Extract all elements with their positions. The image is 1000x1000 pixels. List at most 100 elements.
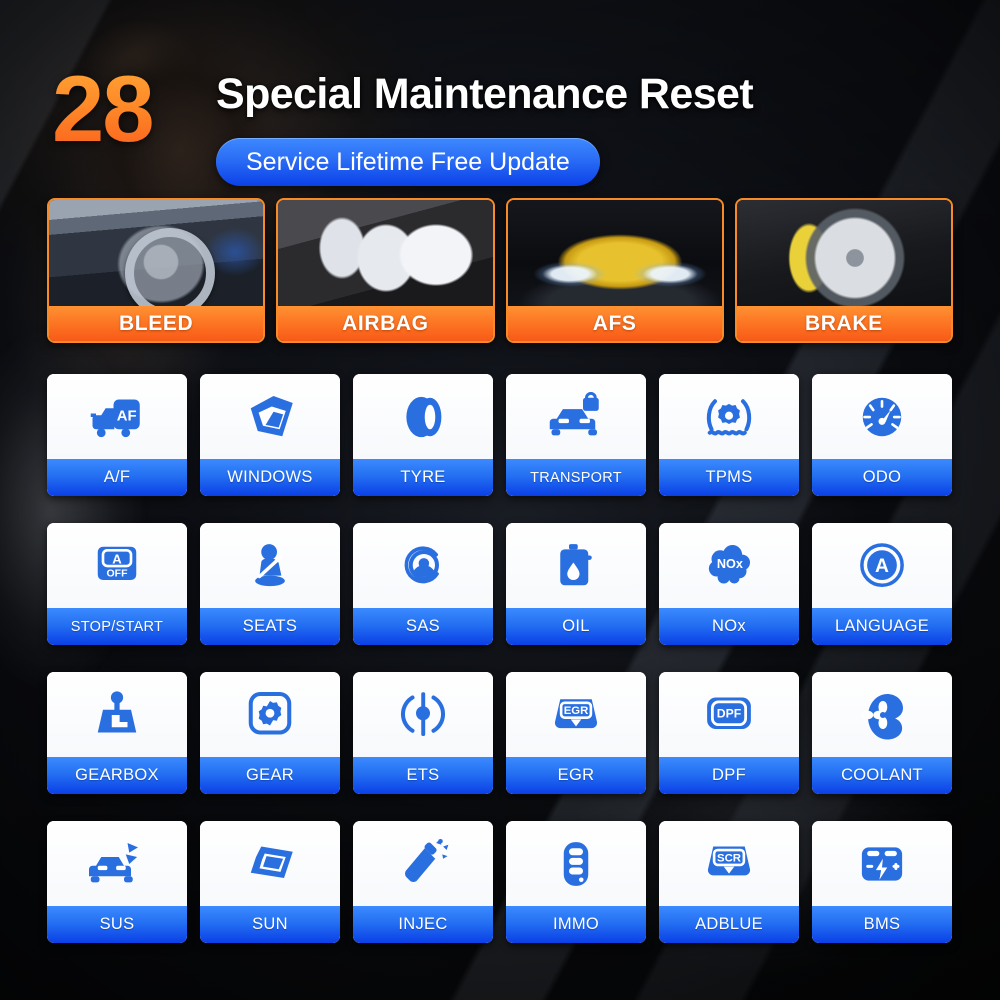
- svg-text:SCR: SCR: [717, 852, 741, 864]
- function-tile-bms[interactable]: BMS: [812, 821, 952, 943]
- function-tile-label: LANGUAGE: [812, 608, 952, 645]
- function-tile-sun[interactable]: SUN: [200, 821, 340, 943]
- deployed-airbags-photo: [278, 200, 493, 306]
- car-suspension-icon: [47, 821, 187, 906]
- function-tile-gear[interactable]: GEAR: [200, 672, 340, 794]
- auto-stop-start-off-icon: A OFF: [47, 523, 187, 608]
- function-tile-label: STOP/START: [47, 608, 187, 645]
- featured-card-brake[interactable]: BRAKE: [734, 198, 953, 343]
- yellow-car-headlights-photo: [507, 200, 722, 306]
- function-tile-label: INJEC: [353, 906, 493, 943]
- truck-af-icon: AF: [47, 374, 187, 459]
- banner-header: 28 Special Maintenance Reset Service Lif…: [0, 28, 1000, 186]
- service-badge: Service Lifetime Free Update: [216, 138, 600, 186]
- featured-card-afs[interactable]: AFS: [505, 198, 724, 343]
- seatbelt-person-icon: [200, 523, 340, 608]
- function-tile-label: TYRE: [353, 459, 493, 496]
- scr-adblue-icon: SCR: [659, 821, 799, 906]
- function-tile-adblue[interactable]: SCR ADBLUE: [659, 821, 799, 943]
- function-tile-sas[interactable]: SAS: [353, 523, 493, 645]
- svg-text:AF: AF: [117, 408, 137, 424]
- speedometer-icon: [812, 374, 952, 459]
- function-tile-label: WINDOWS: [200, 459, 340, 496]
- function-tile-label: OIL: [506, 608, 646, 645]
- function-grid-row: AF A/F WINDOWS TYRE TRANSPORT TPMS ODO: [47, 374, 953, 496]
- function-tile-label: SUS: [47, 906, 187, 943]
- function-tile-label: A/F: [47, 459, 187, 496]
- svg-text:A: A: [112, 551, 122, 566]
- function-tile-windows[interactable]: WINDOWS: [200, 374, 340, 496]
- water-pump-impeller-icon: [812, 672, 952, 757]
- function-tile-label: COOLANT: [812, 757, 952, 794]
- function-tile-label: SEATS: [200, 608, 340, 645]
- gear-cog-square-icon: [200, 672, 340, 757]
- function-tile-dpf[interactable]: DPF DPF: [659, 672, 799, 794]
- battery-icon: [812, 821, 952, 906]
- function-tile-label: ETS: [353, 757, 493, 794]
- svg-text:EGR: EGR: [564, 705, 589, 717]
- function-tile-immo[interactable]: IMMO: [506, 821, 646, 943]
- function-count: 28: [52, 56, 155, 161]
- function-tile-label: EGR: [506, 757, 646, 794]
- function-tile-tyre[interactable]: TYRE: [353, 374, 493, 496]
- function-tile-label: TPMS: [659, 459, 799, 496]
- function-grid: AF A/F WINDOWS TYRE TRANSPORT TPMS ODO A OFF STOP…: [47, 374, 953, 943]
- function-tile-stop-start[interactable]: A OFF STOP/START: [47, 523, 187, 645]
- function-tile-nox[interactable]: NOx NOx: [659, 523, 799, 645]
- function-tile-label: ADBLUE: [659, 906, 799, 943]
- svg-text:DPF: DPF: [717, 706, 742, 720]
- promo-banner: 28 Special Maintenance Reset Service Lif…: [0, 0, 1000, 1000]
- function-tile-odo[interactable]: ODO: [812, 374, 952, 496]
- egr-valve-icon: EGR: [506, 672, 646, 757]
- function-tile-label: IMMO: [506, 906, 646, 943]
- function-tile-label: NOx: [659, 608, 799, 645]
- dpf-filter-icon: DPF: [659, 672, 799, 757]
- function-tile-oil[interactable]: OIL: [506, 523, 646, 645]
- key-fob-icon: [506, 821, 646, 906]
- tyre-icon: [353, 374, 493, 459]
- function-tile-ets[interactable]: ETS: [353, 672, 493, 794]
- function-tile-language[interactable]: A LANGUAGE: [812, 523, 952, 645]
- gear-shifter-icon: [47, 672, 187, 757]
- window-pane-icon: [200, 374, 340, 459]
- function-tile-transport[interactable]: TRANSPORT: [506, 374, 646, 496]
- oil-can-icon: [506, 523, 646, 608]
- function-grid-row: A OFF STOP/START SEATS SAS OIL NOx NOx A LANGUAGE: [47, 523, 953, 645]
- function-tile-tpms[interactable]: TPMS: [659, 374, 799, 496]
- tyre-pressure-gear-icon: [659, 374, 799, 459]
- function-tile-label: ODO: [812, 459, 952, 496]
- function-tile-injec[interactable]: INJEC: [353, 821, 493, 943]
- function-tile-a-f[interactable]: AF A/F: [47, 374, 187, 496]
- nox-cloud-icon: NOx: [659, 523, 799, 608]
- circled-a-icon: A: [812, 523, 952, 608]
- steering-wheel-dashboard-photo: [49, 200, 264, 306]
- featured-card-label: AIRBAG: [278, 306, 493, 341]
- featured-card-row: BLEED AIRBAG AFS BRAKE: [47, 198, 953, 343]
- electronic-throttle-icon: [353, 672, 493, 757]
- function-tile-gearbox[interactable]: GEARBOX: [47, 672, 187, 794]
- page-title: Special Maintenance Reset: [216, 70, 754, 118]
- function-grid-row: GEARBOX GEAR ETS EGR EGR DPF DPF COOLANT: [47, 672, 953, 794]
- function-tile-egr[interactable]: EGR EGR: [506, 672, 646, 794]
- function-tile-label: SAS: [353, 608, 493, 645]
- function-tile-label: BMS: [812, 906, 952, 943]
- sunroof-icon: [200, 821, 340, 906]
- function-tile-seats[interactable]: SEATS: [200, 523, 340, 645]
- svg-text:A: A: [875, 556, 889, 577]
- function-tile-label: SUN: [200, 906, 340, 943]
- function-tile-label: GEAR: [200, 757, 340, 794]
- featured-card-label: BLEED: [49, 306, 264, 341]
- featured-card-label: BRAKE: [736, 306, 951, 341]
- featured-card-airbag[interactable]: AIRBAG: [276, 198, 495, 343]
- fuel-injector-icon: [353, 821, 493, 906]
- function-tile-label: GEARBOX: [47, 757, 187, 794]
- car-lock-icon: [506, 374, 646, 459]
- function-tile-label: DPF: [659, 757, 799, 794]
- brake-disc-caliper-photo: [736, 200, 951, 306]
- svg-text:OFF: OFF: [107, 567, 129, 579]
- featured-card-bleed[interactable]: BLEED: [47, 198, 266, 343]
- function-tile-sus[interactable]: SUS: [47, 821, 187, 943]
- function-tile-label: TRANSPORT: [506, 459, 646, 496]
- featured-card-label: AFS: [507, 306, 722, 341]
- function-tile-coolant[interactable]: COOLANT: [812, 672, 952, 794]
